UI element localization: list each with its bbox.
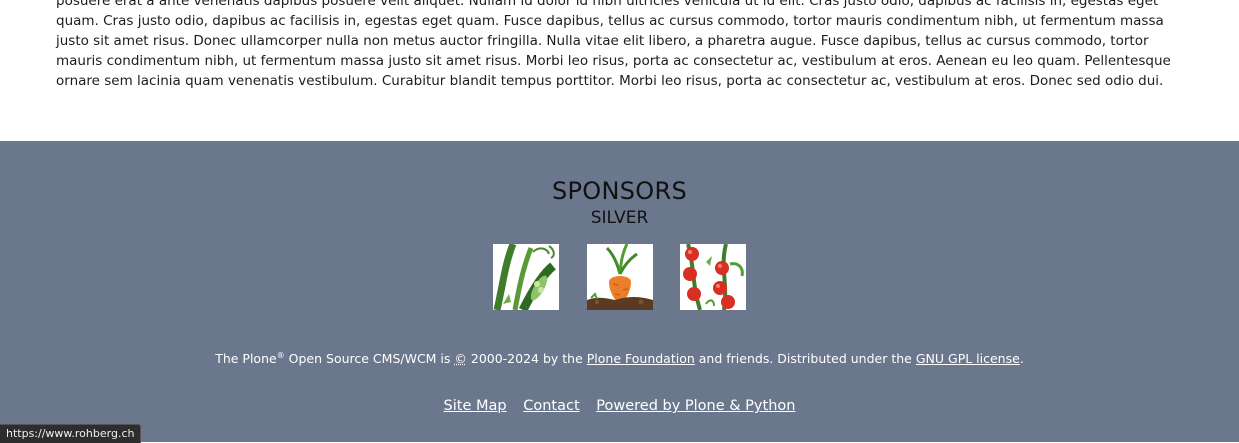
carrot-icon	[587, 244, 653, 310]
sponsor-logo-link-1[interactable]	[493, 244, 559, 310]
sponsors-heading: SPONSORS	[552, 177, 687, 205]
copyright-middle: Open Source CMS/WCM is	[284, 351, 455, 366]
copyright-after-foundation: and friends. Distributed under the	[694, 351, 916, 366]
footer-links: Site Map Contact Powered by Plone & Pyth…	[0, 398, 1239, 414]
main-content: posuere erat a ante venenatis dapibus po…	[56, 0, 1176, 91]
site-footer: SPONSORS SILVER The Plone® Open Source C…	[0, 141, 1239, 442]
pea-pods-icon	[493, 244, 559, 310]
powered-by-link[interactable]: Powered by Plone & Python	[596, 398, 795, 414]
contact-link[interactable]: Contact	[523, 398, 579, 414]
tomatoes-icon	[680, 244, 746, 310]
site-map-link[interactable]: Site Map	[444, 398, 507, 414]
copyright-prefix: The Plone	[215, 351, 277, 366]
plone-foundation-link[interactable]: Plone Foundation	[587, 351, 695, 366]
copyright-end: .	[1019, 351, 1024, 366]
copyright-symbol: ©	[454, 351, 467, 366]
registered-mark: ®	[276, 350, 285, 360]
body-paragraph: posuere erat a ante venenatis dapibus po…	[56, 0, 1171, 89]
copyright-notice: The Plone® Open Source CMS/WCM is © 2000…	[0, 351, 1239, 367]
sponsor-logo-link-2[interactable]	[587, 244, 653, 310]
gpl-license-link[interactable]: GNU GPL license	[916, 351, 1020, 366]
sponsor-logo-link-3[interactable]	[680, 244, 746, 310]
sponsors-level-heading: SILVER	[590, 208, 649, 228]
copyright-years: 2000-2024 by the	[466, 351, 587, 366]
status-bar-url: https://www.rohberg.ch	[0, 424, 142, 443]
